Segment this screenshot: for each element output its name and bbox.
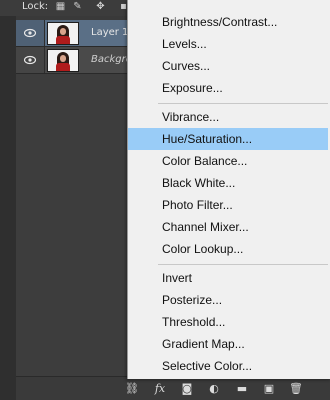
eye-icon xyxy=(24,28,36,38)
new-layer-icon[interactable]: ▣ xyxy=(261,381,277,397)
visibility-toggle[interactable] xyxy=(16,20,45,46)
adjustment-icon[interactable]: ◐ xyxy=(206,381,222,397)
layer-name: Backgro xyxy=(91,54,132,65)
menu-item-brightness-contrast[interactable]: Brightness/Contrast... xyxy=(128,11,328,33)
lock-position-icon[interactable]: ✥ xyxy=(95,1,106,12)
lock-paint-icon[interactable]: ✎ xyxy=(72,1,83,12)
folder-icon[interactable]: ▬ xyxy=(234,381,250,397)
menu-separator xyxy=(158,103,328,104)
menu-item-threshold[interactable]: Threshold... xyxy=(128,311,328,333)
adjustment-layer-menu: Brightness/Contrast... Levels... Curves.… xyxy=(127,0,330,379)
fx-icon[interactable]: fx xyxy=(152,381,168,397)
layer-row-background[interactable]: Backgro xyxy=(16,47,132,74)
mask-icon[interactable]: ◙ xyxy=(179,381,195,397)
menu-item-color-lookup[interactable]: Color Lookup... xyxy=(128,238,328,260)
visibility-toggle[interactable] xyxy=(16,47,45,73)
menu-separator xyxy=(158,264,328,265)
menu-item-vibrance[interactable]: Vibrance... xyxy=(128,106,328,128)
menu-item-hue-saturation[interactable]: Hue/Saturation... xyxy=(128,128,328,150)
menu-item-invert[interactable]: Invert xyxy=(128,267,328,289)
lock-transparent-icon[interactable]: ▦ xyxy=(55,1,66,12)
layers-empty-area xyxy=(16,72,130,376)
layer-name: Layer 1 xyxy=(91,27,129,38)
menu-item-gradient-map[interactable]: Gradient Map... xyxy=(128,333,328,355)
lock-label: Lock: xyxy=(22,1,49,12)
photoshop-layers-panel: Lock: ▦ ✎ ✥ ▪ Layer 1 Backgro ⛓ fx ◙ ◐ ▬… xyxy=(0,0,330,400)
trash-icon[interactable]: 🗑 xyxy=(288,381,304,397)
menu-item-channel-mixer[interactable]: Channel Mixer... xyxy=(128,216,328,238)
layers-bottom-toolbar: ⛓ fx ◙ ◐ ▬ ▣ 🗑 xyxy=(16,376,330,400)
link-icon[interactable]: ⛓ xyxy=(124,381,140,397)
layer-row-layer1[interactable]: Layer 1 xyxy=(16,20,130,47)
menu-item-levels[interactable]: Levels... xyxy=(128,33,328,55)
layer-thumbnail xyxy=(47,22,79,45)
menu-item-photo-filter[interactable]: Photo Filter... xyxy=(128,194,328,216)
eye-icon xyxy=(24,55,36,65)
menu-item-curves[interactable]: Curves... xyxy=(128,55,328,77)
menu-item-color-balance[interactable]: Color Balance... xyxy=(128,150,328,172)
layer-thumbnail xyxy=(47,49,79,72)
panel-left-strip xyxy=(0,16,16,400)
menu-item-exposure[interactable]: Exposure... xyxy=(128,77,328,99)
menu-item-selective-color[interactable]: Selective Color... xyxy=(128,355,328,377)
menu-item-black-white[interactable]: Black White... xyxy=(128,172,328,194)
menu-item-posterize[interactable]: Posterize... xyxy=(128,289,328,311)
